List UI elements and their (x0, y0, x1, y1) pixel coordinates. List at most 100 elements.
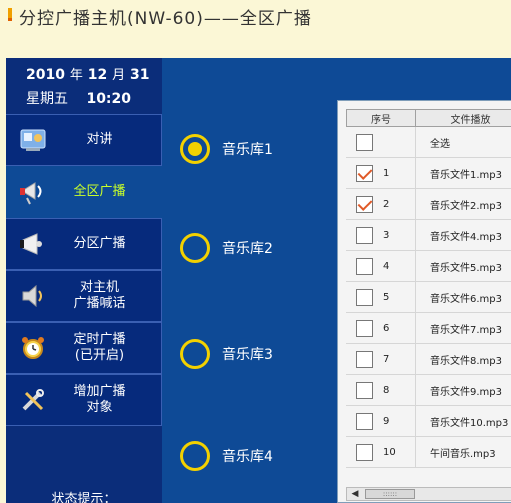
nav-label-intercom: 对讲 (86, 132, 113, 147)
row-index: 4 (383, 260, 390, 272)
nav-label-host-announce: 对主机 广播喊话 (48, 280, 161, 312)
day: 31 (129, 67, 150, 83)
intercom-icon (18, 125, 48, 155)
row-file-name: 全选 (430, 138, 450, 150)
main-screen: 2010 年 12 月 31 星期五 10:20 对讲 全区广播 分区广播 对主… (6, 58, 511, 503)
library-label-2: 音乐库2 (222, 241, 273, 257)
table-rows: 全选 1 音乐文件1.mp3 2 音乐文件2.mp3 3 音乐文件4.mp3 4… (346, 127, 511, 468)
row-checkbox[interactable] (356, 257, 373, 275)
library-option-1[interactable]: 音乐库1 (180, 134, 273, 164)
row-index: 5 (383, 291, 390, 303)
row-file-name: 音乐文件5.mp3 (430, 262, 502, 274)
scroll-left-icon[interactable]: ◀ (349, 489, 361, 499)
row-file-name: 音乐文件2.mp3 (430, 200, 502, 212)
alarm-clock-icon (18, 333, 48, 363)
row-file-name: 音乐文件7.mp3 (430, 324, 502, 336)
row-file-name: 音乐文件10.mp3 (430, 417, 509, 429)
row-checkbox[interactable] (356, 350, 373, 368)
scrollbar-thumb[interactable]: :::::: (365, 489, 415, 499)
nav-label-scheduled-line1: 定时广播 (73, 332, 126, 347)
row-checkbox[interactable] (356, 164, 373, 182)
title-marker-icon (8, 8, 12, 21)
row-checkbox[interactable] (356, 319, 373, 337)
library-option-3[interactable]: 音乐库3 (180, 339, 273, 369)
table-row[interactable]: 2 音乐文件2.mp3 (346, 189, 511, 220)
row-file-name: 音乐文件9.mp3 (430, 386, 502, 398)
row-index: 3 (383, 229, 390, 241)
tools-icon (18, 385, 48, 415)
sidebar: 2010 年 12 月 31 星期五 10:20 对讲 全区广播 分区广播 对主… (6, 58, 162, 503)
file-table: 序号 文件播放 全选 1 音乐文件1.mp3 2 音乐文件2.mp3 3 音乐文… (337, 100, 511, 503)
nav-label-add-target-line1: 增加广播 (73, 384, 126, 399)
row-index: 6 (383, 322, 390, 334)
page-title: 分控广播主机(NW-60)——全区广播 (19, 9, 312, 29)
row-checkbox[interactable] (356, 443, 373, 461)
row-file-name: 音乐文件8.mp3 (430, 355, 502, 367)
row-checkbox[interactable] (356, 381, 373, 399)
datetime-panel: 2010 年 12 月 31 星期五 10:20 (6, 58, 162, 114)
nav-item-zone-broadcast[interactable]: 分区广播 (6, 218, 162, 270)
library-label-4: 音乐库4 (222, 449, 273, 465)
month-unit: 月 (112, 68, 126, 83)
table-row-select-all[interactable]: 全选 (346, 127, 511, 158)
table-header: 序号 文件播放 (346, 109, 511, 127)
column-header-file[interactable]: 文件播放 (416, 109, 511, 127)
horizontal-scrollbar[interactable]: ◀ :::::: (346, 487, 511, 501)
row-checkbox[interactable] (356, 226, 373, 244)
column-header-index[interactable]: 序号 (346, 109, 416, 127)
status-hint: 状态提示： (51, 492, 117, 503)
nav-item-scheduled-broadcast[interactable]: 定时广播 (已开启) (6, 322, 162, 374)
time-display: 星期五 10:20 (26, 88, 162, 108)
row-index: 9 (383, 415, 390, 427)
library-option-4[interactable]: 音乐库4 (180, 441, 273, 471)
row-file-name: 音乐文件1.mp3 (430, 169, 502, 181)
row-index: 8 (383, 384, 390, 396)
loudspeaker-icon (18, 229, 48, 259)
speaker-icon (18, 281, 48, 311)
clock: 10:20 (86, 91, 132, 107)
radio-button[interactable] (180, 233, 210, 263)
nav-label-add-target-line2: 对象 (86, 400, 113, 415)
radio-button[interactable] (180, 441, 210, 471)
title-bar: 分控广播主机(NW-60)——全区广播 (0, 0, 511, 58)
row-checkbox[interactable] (356, 195, 373, 213)
row-file-name: 音乐文件4.mp3 (430, 231, 502, 243)
table-row[interactable]: 3 音乐文件4.mp3 (346, 220, 511, 251)
nav-label-scheduled-broadcast: 定时广播 (已开启) (48, 332, 161, 364)
row-checkbox[interactable] (356, 288, 373, 306)
year: 2010 (26, 67, 65, 83)
radio-button-selected[interactable] (180, 134, 210, 164)
weekday: 星期五 (26, 91, 68, 107)
table-row[interactable]: 6 音乐文件7.mp3 (346, 313, 511, 344)
select-all-checkbox[interactable] (356, 133, 373, 151)
table-row[interactable]: 10 午间音乐.mp3 (346, 437, 511, 468)
table-row[interactable]: 1 音乐文件1.mp3 (346, 158, 511, 189)
nav-label-scheduled-line2: (已开启) (74, 348, 125, 363)
month: 12 (87, 67, 108, 83)
row-index: 2 (383, 198, 390, 210)
nav-item-add-target[interactable]: 增加广播 对象 (6, 374, 162, 426)
nav-item-all-zone-broadcast[interactable]: 全区广播 (6, 166, 162, 218)
year-unit: 年 (69, 68, 83, 83)
table-row[interactable]: 5 音乐文件6.mp3 (346, 282, 511, 313)
megaphone-icon (18, 177, 48, 207)
table-row[interactable]: 7 音乐文件8.mp3 (346, 344, 511, 375)
nav-label-all-zone-broadcast: 全区广播 (73, 184, 126, 199)
nav-label-host-announce-line2: 广播喊话 (73, 296, 126, 311)
nav-item-intercom[interactable]: 对讲 (6, 114, 162, 166)
nav-label-host-announce-line1: 对主机 (79, 280, 119, 295)
row-file-name: 午间音乐.mp3 (430, 448, 496, 460)
radio-button[interactable] (180, 339, 210, 369)
table-row[interactable]: 4 音乐文件5.mp3 (346, 251, 511, 282)
nav-item-host-announce[interactable]: 对主机 广播喊话 (6, 270, 162, 322)
date-display: 2010 年 12 月 31 (26, 64, 162, 86)
row-index: 10 (383, 446, 396, 458)
table-row[interactable]: 9 音乐文件10.mp3 (346, 406, 511, 437)
library-label-1: 音乐库1 (222, 142, 273, 158)
row-file-name: 音乐文件6.mp3 (430, 293, 502, 305)
table-row[interactable]: 8 音乐文件9.mp3 (346, 375, 511, 406)
row-checkbox[interactable] (356, 412, 373, 430)
library-option-2[interactable]: 音乐库2 (180, 233, 273, 263)
row-index: 1 (383, 167, 390, 179)
nav-label-add-target: 增加广播 对象 (48, 384, 161, 416)
